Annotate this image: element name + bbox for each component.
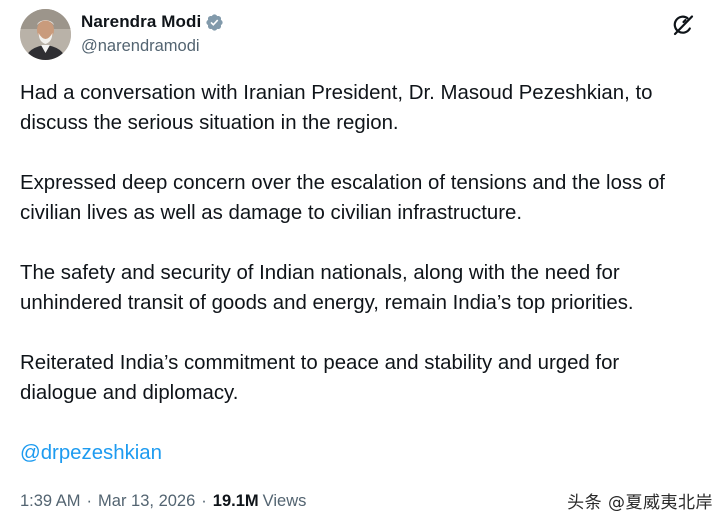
views-count[interactable]: 19.1M: [213, 489, 259, 513]
tweet-paragraph: Reiterated India’s commitment to peace a…: [20, 348, 720, 408]
watermark: 头条 @夏威夷北岸: [567, 493, 713, 513]
tweet-text: Had a conversation with Iranian Presiden…: [20, 78, 720, 438]
views-label[interactable]: Views: [263, 489, 307, 513]
meta-separator: ·: [86, 492, 93, 510]
tweet-paragraph: The safety and security of Indian nation…: [20, 258, 720, 318]
mention-link[interactable]: @drpezeshkian: [20, 438, 162, 468]
tweet-paragraph: Expressed deep concern over the escalati…: [20, 168, 720, 228]
tweet-line: dialogue and diplomacy.: [20, 382, 239, 404]
tweet-meta: 1:39 AM · Mar 13, 2026 · 19.1M Views: [20, 489, 306, 513]
tweet-date[interactable]: Mar 13, 2026: [98, 489, 195, 513]
tweet-time[interactable]: 1:39 AM: [20, 489, 81, 513]
avatar[interactable]: [20, 9, 71, 60]
tweet-line: The safety and security of Indian nation…: [20, 262, 620, 284]
author-handle[interactable]: @narendramodi: [81, 37, 200, 56]
tweet: Narendra Modi @narendramodi Had a conver…: [0, 0, 725, 528]
tweet-line: Reiterated India’s commitment to peace a…: [20, 352, 620, 374]
tweet-paragraph: Had a conversation with Iranian Presiden…: [20, 78, 720, 138]
tweet-line: Had a conversation with Iranian Presiden…: [20, 82, 653, 104]
grok-icon[interactable]: [671, 13, 695, 37]
meta-separator: ·: [201, 492, 207, 510]
author-name[interactable]: Narendra Modi: [81, 12, 201, 32]
tweet-line: unhindered transit of goods and energy, …: [20, 292, 634, 314]
verified-badge-icon[interactable]: [205, 13, 224, 32]
tweet-line: Expressed deep concern over the escalati…: [20, 172, 665, 194]
author-name-row: Narendra Modi: [81, 11, 224, 33]
tweet-line: discuss the serious situation in the reg…: [20, 112, 399, 134]
tweet-line: civilian lives as well as damage to civi…: [20, 202, 523, 224]
avatar-image: [20, 9, 71, 60]
